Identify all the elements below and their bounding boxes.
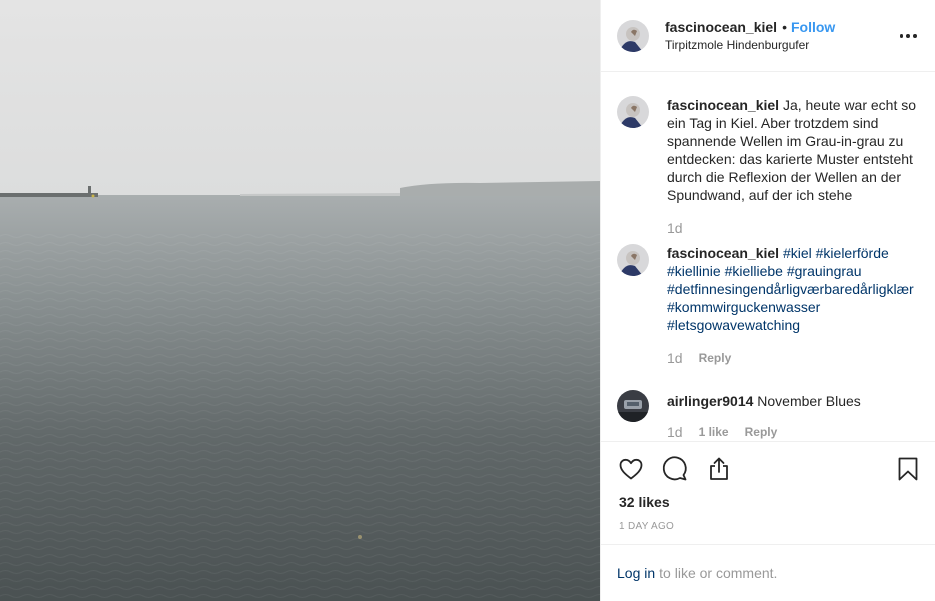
comment-meta: 1d Reply <box>667 350 923 366</box>
comment-time[interactable]: 1d <box>667 424 683 440</box>
comment-username[interactable]: fascinocean_kiel <box>667 97 779 113</box>
more-options-icon[interactable] <box>898 26 918 46</box>
post-timestamp[interactable]: 1 day ago <box>619 521 674 532</box>
login-prompt: Log in to like or comment. <box>601 544 935 601</box>
comment-likes[interactable]: 1 like <box>699 425 729 439</box>
bookmark-icon[interactable] <box>894 455 922 483</box>
comment-username[interactable]: airlinger9014 <box>667 393 753 409</box>
hashtag-link[interactable]: #detfinnesingendårligværbaredårligklær <box>667 281 914 297</box>
comment-content: November Blues <box>757 393 861 409</box>
user-comment: airlinger9014 November Blues 1d 1 like R… <box>617 390 927 440</box>
hashtag-link[interactable]: #letsgowavewatching <box>667 317 800 333</box>
hashtag-link[interactable]: #grauingrau <box>787 263 862 279</box>
caption-comment: fascinocean_kiel Ja, heute war echt so e… <box>617 96 927 236</box>
heart-icon[interactable] <box>617 455 645 483</box>
post-location[interactable]: Tirpitzmole Hindenburgufer <box>665 38 835 52</box>
likes-count[interactable]: 32 likes <box>619 494 670 510</box>
hashtag-link[interactable]: #kiellinie <box>667 263 721 279</box>
comments-list[interactable]: fascinocean_kiel Ja, heute war echt so e… <box>601 72 935 442</box>
avatar[interactable] <box>617 390 649 422</box>
login-prompt-text: to like or comment. <box>659 565 778 581</box>
comment-body: airlinger9014 November Blues 1d 1 like R… <box>667 390 923 440</box>
header-meta: fascinocean_kiel • Follow Tirpitzmole Hi… <box>665 19 835 52</box>
follow-button[interactable]: Follow <box>791 19 835 35</box>
avatar[interactable] <box>617 19 649 52</box>
comment-body: fascinocean_kiel Ja, heute war echt so e… <box>667 96 923 236</box>
comment-meta: 1d <box>667 220 923 236</box>
hashtag-link[interactable]: #kielerförde <box>816 245 889 261</box>
avatar[interactable] <box>617 96 649 128</box>
comment-text: airlinger9014 November Blues <box>667 392 923 410</box>
login-link[interactable]: Log in <box>617 565 655 581</box>
post-author-username[interactable]: fascinocean_kiel <box>665 19 777 35</box>
comment-meta: 1d 1 like Reply <box>667 424 923 440</box>
reply-button[interactable]: Reply <box>699 351 732 365</box>
sea-photo-image <box>0 0 600 601</box>
comment-time[interactable]: 1d <box>667 220 683 236</box>
comment-icon[interactable] <box>661 455 689 483</box>
comment-username[interactable]: fascinocean_kiel <box>667 245 779 261</box>
instagram-post: fascinocean_kiel • Follow Tirpitzmole Hi… <box>0 0 935 601</box>
post-photo[interactable] <box>0 0 600 601</box>
share-icon[interactable] <box>705 455 733 483</box>
hashtag-link[interactable]: #kiel <box>783 245 812 261</box>
hashtag-link[interactable]: #kielliebe <box>725 263 783 279</box>
action-bar <box>601 443 935 493</box>
hashtag-comment: fascinocean_kiel #kiel #kielerförde #kie… <box>617 244 927 366</box>
comment-text: fascinocean_kiel Ja, heute war echt so e… <box>667 96 923 204</box>
post-header: fascinocean_kiel • Follow Tirpitzmole Hi… <box>601 0 935 72</box>
comment-time[interactable]: 1d <box>667 350 683 366</box>
reply-button[interactable]: Reply <box>745 425 778 439</box>
hashtag-link[interactable]: #kommwirguckenwasser <box>667 299 820 315</box>
separator-dot: • <box>782 19 787 35</box>
post-side-panel: fascinocean_kiel • Follow Tirpitzmole Hi… <box>600 0 935 601</box>
header-row: fascinocean_kiel • Follow <box>665 19 835 35</box>
avatar[interactable] <box>617 244 649 276</box>
comment-body: fascinocean_kiel #kiel #kielerförde #kie… <box>667 244 923 366</box>
comment-text: fascinocean_kiel #kiel #kielerförde #kie… <box>667 244 923 334</box>
